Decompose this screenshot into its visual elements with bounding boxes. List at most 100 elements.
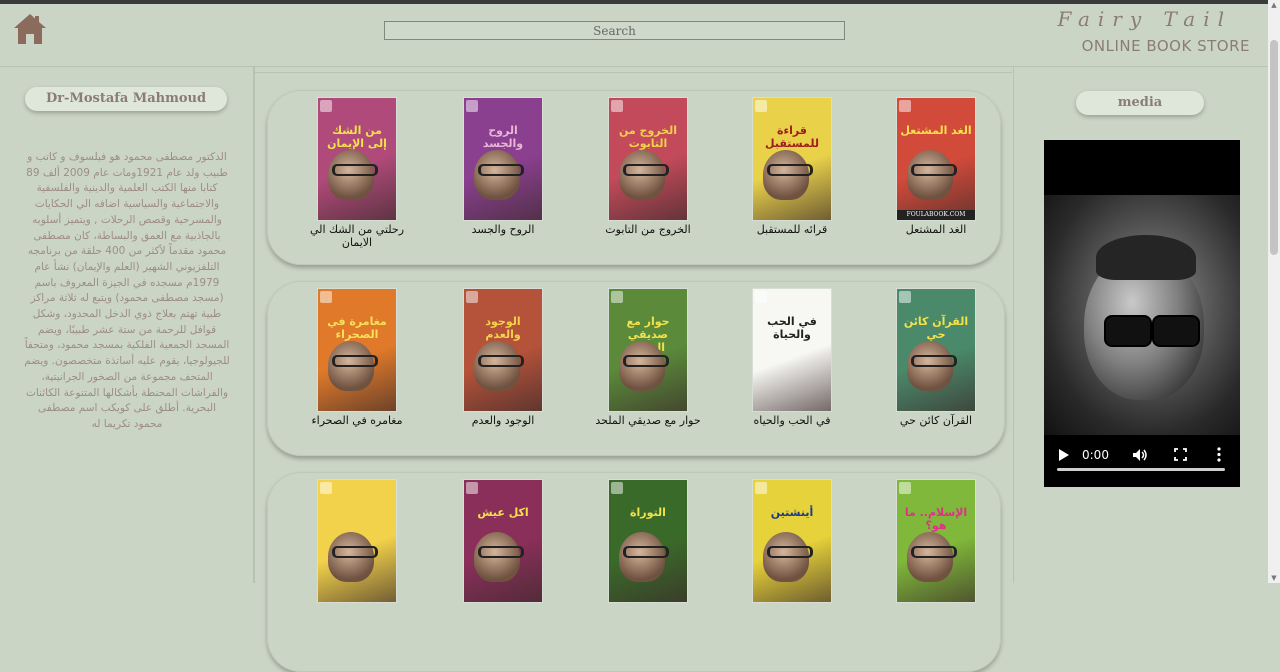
video-glasses-left xyxy=(1104,315,1152,347)
book-cover[interactable]: مغامرة في الصحراء xyxy=(318,289,396,411)
book-card[interactable]: حوار مع صديقي الملحد حوار مع صديقي الملحد xyxy=(593,289,703,427)
book-cover[interactable] xyxy=(318,480,396,602)
book-cover[interactable]: الإسلام.. ما هو؟ xyxy=(897,480,975,602)
volume-icon[interactable] xyxy=(1132,448,1148,462)
book-cover[interactable]: الغد المشتعل FOULABOOK.COM xyxy=(897,98,975,220)
book-card[interactable]: من الشك إلى الإيمان رحلتي من الشك الي الا… xyxy=(302,98,412,249)
book-cover-title: الروح والجسد xyxy=(482,124,524,150)
book-cover[interactable]: قراءة للمستقبل xyxy=(753,98,831,220)
publisher-logo-icon xyxy=(611,291,623,303)
book-card[interactable]: اكل عيش xyxy=(448,480,558,605)
book-card[interactable] xyxy=(302,480,412,605)
publisher-logo-icon xyxy=(466,291,478,303)
author-sidebar: Dr-Mostafa Mahmoud الدكتور مصطفى محمود ه… xyxy=(0,67,254,583)
book-card[interactable]: الخروج من التابوت الخروج من التابوت xyxy=(593,98,703,236)
glasses-icon xyxy=(623,355,669,367)
glasses-icon xyxy=(911,164,957,176)
book-cover[interactable]: من الشك إلى الإيمان xyxy=(318,98,396,220)
book-cover-title: اكل عيش xyxy=(477,506,529,519)
search-input[interactable] xyxy=(384,21,845,40)
book-title[interactable]: حوار مع صديقي الملحد xyxy=(593,414,703,427)
book-cover-title: الخروج من التابوت xyxy=(619,124,677,150)
video-time: 0:00 xyxy=(1082,448,1109,462)
glasses-icon xyxy=(332,164,378,176)
book-cover[interactable]: في الحب والحياة xyxy=(753,289,831,411)
video-controls: 0:00 xyxy=(1044,439,1240,487)
book-cover[interactable]: حوار مع صديقي الملحد xyxy=(609,289,687,411)
play-icon[interactable] xyxy=(1058,448,1070,462)
publisher-logo-icon xyxy=(755,100,767,112)
book-card[interactable]: أينشتين xyxy=(737,480,847,605)
book-card[interactable]: الغد المشتعل FOULABOOK.COM الغد المشتعل xyxy=(881,98,991,236)
more-options-icon[interactable] xyxy=(1216,447,1222,462)
book-title[interactable]: الروح والجسد xyxy=(448,223,558,236)
page-scrollbar[interactable]: ▲ ▼ xyxy=(1268,0,1280,583)
header: Fairy Tail ONLINE BOOK STORE xyxy=(0,4,1268,67)
book-card[interactable]: القرآن كائن حي القرآن كائن حي xyxy=(881,289,991,427)
media-title: media xyxy=(1076,91,1204,115)
book-title[interactable]: قرائه للمستقبل xyxy=(737,223,847,236)
book-cover-title: في الحب والحياة xyxy=(767,315,817,341)
book-card[interactable]: الروح والجسد الروح والجسد xyxy=(448,98,558,236)
book-row: من الشك إلى الإيمان رحلتي من الشك الي الا… xyxy=(267,90,1001,265)
glasses-icon xyxy=(478,355,524,367)
book-title[interactable]: الوجود والعدم xyxy=(448,414,558,427)
glasses-icon xyxy=(478,164,524,176)
publisher-logo-icon xyxy=(466,100,478,112)
book-cover[interactable]: الروح والجسد xyxy=(464,98,542,220)
publisher-logo-icon xyxy=(899,100,911,112)
book-card[interactable]: مغامرة في الصحراء مغامره في الصحراء xyxy=(302,289,412,427)
scrollbar-thumb[interactable] xyxy=(1270,40,1278,255)
book-cover[interactable]: أينشتين xyxy=(753,480,831,602)
book-title[interactable]: في الحب والحياه xyxy=(737,414,847,427)
publisher-logo-icon xyxy=(320,291,332,303)
video-player[interactable]: 0:00 xyxy=(1044,140,1240,487)
video-progress-bar[interactable] xyxy=(1057,468,1225,471)
glasses-icon xyxy=(623,164,669,176)
video-glasses-right xyxy=(1152,315,1200,347)
book-title[interactable]: مغامره في الصحراء xyxy=(302,414,412,427)
book-card[interactable]: التوراة xyxy=(593,480,703,605)
scroll-up-arrow-icon[interactable]: ▲ xyxy=(1270,1,1278,9)
book-card[interactable]: قراءة للمستقبل قرائه للمستقبل xyxy=(737,98,847,236)
book-title[interactable]: القرآن كائن حي xyxy=(881,414,991,427)
publisher-logo-icon xyxy=(466,482,478,494)
glasses-icon xyxy=(623,546,669,558)
glasses-icon xyxy=(767,164,813,176)
home-icon[interactable] xyxy=(12,12,48,46)
book-card[interactable]: في الحب والحياة في الحب والحياه xyxy=(737,289,847,427)
author-name: Dr-Mostafa Mahmoud xyxy=(25,87,227,111)
book-cover-title: الوجود والعدم xyxy=(485,315,521,341)
brand-title: Fairy Tail xyxy=(1057,7,1232,31)
publisher-logo-icon xyxy=(611,482,623,494)
book-title[interactable]: رحلتي من الشك الي الايمان xyxy=(302,223,412,249)
book-title[interactable]: الغد المشتعل xyxy=(881,223,991,236)
glasses-icon xyxy=(911,546,957,558)
glasses-icon xyxy=(332,546,378,558)
book-row: اكل عيش التوراة أينشتين الإسلام.. ما هو؟ xyxy=(267,472,1001,672)
publisher-logo-icon xyxy=(755,482,767,494)
publisher-logo-icon xyxy=(320,100,332,112)
glasses-icon xyxy=(332,355,378,367)
brand-subtitle: ONLINE BOOK STORE xyxy=(1081,37,1250,55)
book-cover[interactable]: الوجود والعدم xyxy=(464,289,542,411)
book-cover-title: الإسلام.. ما هو؟ xyxy=(904,506,968,532)
book-cover-title: القرآن كائن حي xyxy=(903,315,969,341)
book-cover[interactable]: التوراة xyxy=(609,480,687,602)
media-panel: media 0:00 xyxy=(1013,67,1269,583)
book-cover[interactable]: اكل عيش xyxy=(464,480,542,602)
publisher-logo-icon xyxy=(899,482,911,494)
scroll-down-arrow-icon[interactable]: ▼ xyxy=(1270,574,1278,582)
book-card[interactable]: الإسلام.. ما هو؟ xyxy=(881,480,991,605)
book-cover[interactable]: القرآن كائن حي xyxy=(897,289,975,411)
video-person-hair xyxy=(1096,235,1196,280)
author-bio: الدكتور مصطفى محمود هو فيلسوف و كاتب و ط… xyxy=(24,151,230,430)
book-cover[interactable]: الخروج من التابوت xyxy=(609,98,687,220)
book-cover-title: أينشتين xyxy=(770,506,814,519)
fullscreen-icon[interactable] xyxy=(1174,448,1187,461)
book-card[interactable]: الوجود والعدم الوجود والعدم xyxy=(448,289,558,427)
book-row: مغامرة في الصحراء مغامره في الصحراء الوجود… xyxy=(267,281,1005,456)
book-cover-title: من الشك إلى الإيمان xyxy=(327,124,387,150)
publisher-logo-icon xyxy=(755,291,767,303)
book-title[interactable]: الخروج من التابوت xyxy=(593,223,703,236)
